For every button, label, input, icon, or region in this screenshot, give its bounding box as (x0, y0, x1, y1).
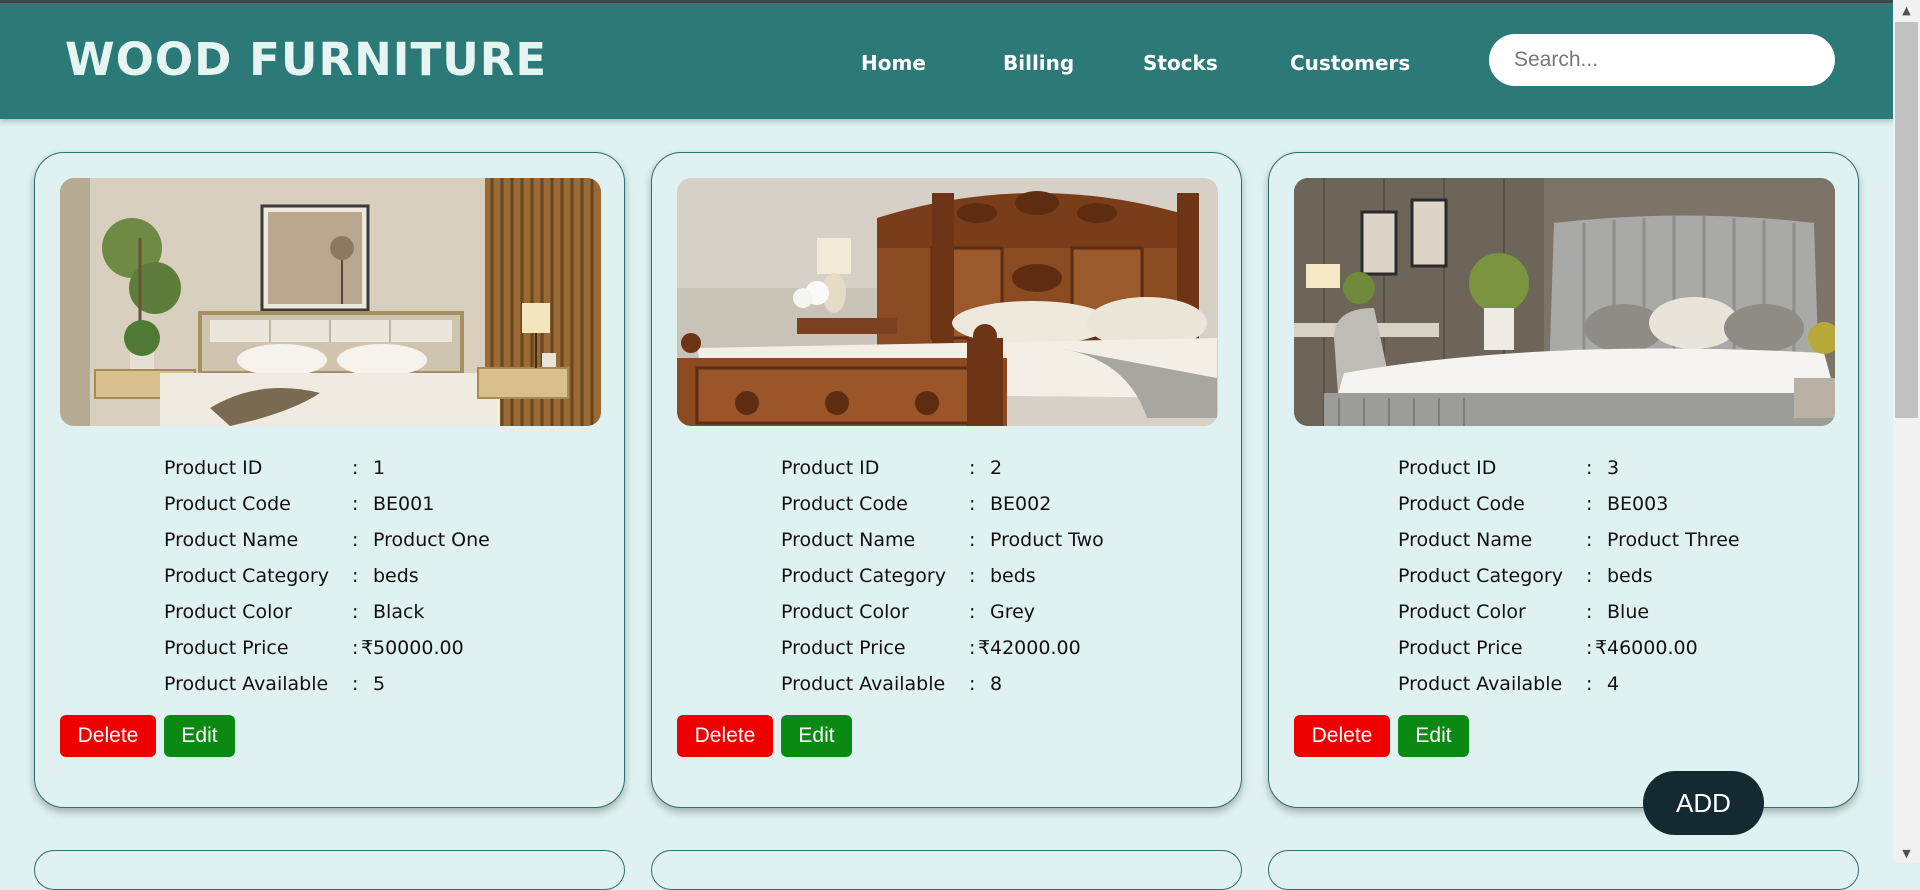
product-id-value: 2 (990, 457, 1003, 479)
product-category-value: beds (373, 565, 419, 587)
product-image (1294, 178, 1835, 426)
arrow-down-icon[interactable]: ▼ (1893, 843, 1920, 863)
delete-button[interactable]: Delete (60, 715, 156, 757)
product-name-value: Product Two (990, 529, 1104, 551)
product-name-value: Product Three (1607, 529, 1740, 551)
product-available-value: 5 (373, 673, 386, 695)
search-input[interactable] (1489, 34, 1835, 86)
add-product-button[interactable]: ADD (1643, 771, 1764, 835)
product-card-partial (651, 850, 1242, 890)
product-code-value: BE001 (373, 493, 435, 515)
product-price-value: 46000.00 (1607, 637, 1698, 659)
navbar: WOOD FURNITURE Home Billing Stocks Custo… (0, 3, 1893, 119)
delete-button[interactable]: Delete (1294, 715, 1390, 757)
scrollbar-thumb[interactable] (1895, 22, 1918, 418)
product-image (677, 178, 1218, 426)
product-card-partial (1268, 850, 1859, 890)
product-id-value: 3 (1607, 457, 1620, 479)
product-available-value: 4 (1607, 673, 1620, 695)
product-card: Product ID:3 Product Code: BE003 Product … (1268, 152, 1859, 808)
rupee-icon: ₹ (1595, 637, 1608, 659)
rupee-icon: ₹ (361, 637, 374, 659)
rupee-icon: ₹ (978, 637, 991, 659)
product-color-value: Blue (1607, 601, 1650, 623)
product-card: Product ID:1 Product Code: BE001 Product … (34, 152, 625, 808)
upholstered-bed-photo (1294, 178, 1835, 426)
product-id-value: 1 (373, 457, 386, 479)
nav-billing[interactable]: Billing (1003, 51, 1074, 75)
nav-stocks[interactable]: Stocks (1143, 51, 1218, 75)
nav-home[interactable]: Home (861, 51, 926, 75)
delete-button[interactable]: Delete (677, 715, 773, 757)
product-card-partial (34, 850, 625, 890)
arrow-up-icon[interactable]: ▲ (1893, 0, 1920, 20)
product-category-value: beds (1607, 565, 1653, 587)
product-price-value: 50000.00 (373, 637, 464, 659)
product-color-value: Grey (990, 601, 1036, 623)
scrollbar[interactable]: ▲ ▼ (1893, 0, 1920, 863)
product-code-value: BE003 (1607, 493, 1669, 515)
edit-button[interactable]: Edit (164, 715, 235, 757)
product-code-value: BE002 (990, 493, 1052, 515)
product-card: Product ID:2 Product Code: BE002 Product … (651, 152, 1242, 808)
carved-wooden-bed-photo (677, 178, 1218, 426)
product-price-value: 42000.00 (990, 637, 1081, 659)
edit-button[interactable]: Edit (781, 715, 852, 757)
product-category-value: beds (990, 565, 1036, 587)
edit-button[interactable]: Edit (1398, 715, 1469, 757)
product-image (60, 178, 601, 426)
product-name-value: Product One (373, 529, 490, 551)
product-available-value: 8 (990, 673, 1003, 695)
modern-bed-photo (60, 178, 601, 426)
nav-customers[interactable]: Customers (1290, 51, 1410, 75)
product-color-value: Black (373, 601, 425, 623)
brand-logo[interactable]: WOOD FURNITURE (65, 33, 547, 86)
